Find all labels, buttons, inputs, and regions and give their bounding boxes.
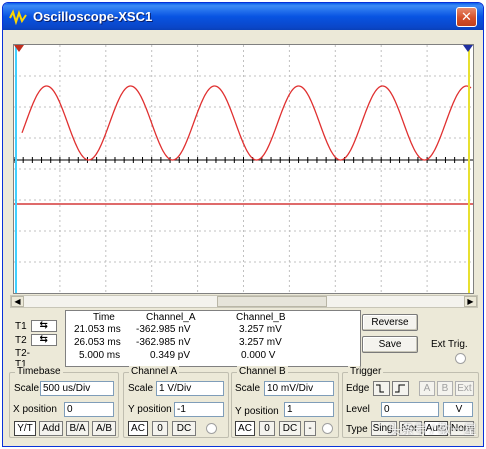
save-button[interactable]: Save xyxy=(362,336,418,353)
mode-ba-button[interactable]: B/A xyxy=(66,421,89,436)
t1-label: T1 xyxy=(15,320,27,332)
scroll-right-arrow[interactable]: ▶ xyxy=(464,296,477,307)
oscilloscope-icon xyxy=(9,8,27,25)
header-channel-b: Channel_B xyxy=(236,312,286,323)
ext-trig-terminal[interactable] xyxy=(455,353,466,364)
channel-a-group: Channel A Scale 1 V/Div Y position -1 AC… xyxy=(123,366,229,438)
channel-b-ac-button[interactable]: AC xyxy=(235,421,255,436)
channel-b-minus-button[interactable]: - xyxy=(304,421,316,436)
cursor-t2-marker-icon xyxy=(463,45,473,52)
t1-time: 21.053 ms xyxy=(74,324,121,335)
channel-a-scale-field[interactable]: 1 V/Div xyxy=(156,381,224,396)
t1-channel-a: -362.985 nV xyxy=(136,324,191,335)
channel-b-scale-field[interactable]: 10 mV/Div xyxy=(264,381,334,396)
timebase-scale-field[interactable]: 500 us/Div xyxy=(40,381,114,396)
mode-ab-button[interactable]: A/B xyxy=(92,421,116,436)
t2-time: 26.053 ms xyxy=(74,337,121,348)
channel-a-input-terminal[interactable] xyxy=(206,423,217,434)
channel-a-ac-button[interactable]: AC xyxy=(128,421,148,436)
channel-a-trace xyxy=(21,85,472,161)
channel-b-dc-button[interactable]: DC xyxy=(279,421,301,436)
t2-row: T2 ⇆ xyxy=(15,334,57,346)
trigger-title: Trigger xyxy=(348,366,384,377)
scroll-left-arrow[interactable]: ◀ xyxy=(11,296,24,307)
x-position-field[interactable]: 0 xyxy=(64,402,114,417)
falling-edge-icon xyxy=(376,384,384,393)
channel-b-ypos-label: Y position xyxy=(235,406,279,417)
t1-row: T1 ⇆ xyxy=(15,320,57,332)
title-bar[interactable]: Oscilloscope-XSC1 ✕ xyxy=(3,3,483,30)
edge-falling-button[interactable] xyxy=(373,381,390,396)
t2t1-channel-b: 0.000 V xyxy=(241,350,276,361)
type-label: Type xyxy=(346,424,368,435)
header-channel-a: Channel_A xyxy=(146,312,196,323)
horizontal-scrollbar[interactable]: ◀ ▶ xyxy=(10,295,478,308)
t2t1-time: 5.000 ms xyxy=(79,350,121,361)
channel-b-ypos-field[interactable]: 1 xyxy=(284,402,334,417)
ext-trig-label: Ext Trig. xyxy=(431,339,468,350)
t1-channel-b: 3.257 mV xyxy=(239,324,282,335)
channel-a-scale-label: Scale xyxy=(128,383,154,394)
x-position-label: X position xyxy=(13,404,57,415)
t2-channel-b: 3.257 mV xyxy=(239,337,282,348)
channel-b-input-terminal[interactable] xyxy=(322,423,333,434)
window-title: Oscilloscope-XSC1 xyxy=(33,9,153,24)
mode-add-button[interactable]: Add xyxy=(39,421,63,436)
scroll-thumb[interactable] xyxy=(217,296,327,307)
t2-channel-a: -362.985 nV xyxy=(136,337,191,348)
scope-graph xyxy=(14,45,473,293)
t2t1-channel-a: 0.349 pV xyxy=(150,350,191,361)
timebase-title: Timebase xyxy=(15,366,63,377)
oscilloscope-window: Oscilloscope-XSC1 ✕ ◀ ▶ T1 ⇆ T2 ⇆ T2 - T1 … xyxy=(2,2,484,447)
rising-edge-icon xyxy=(395,384,405,393)
t2-label: T2 xyxy=(15,334,27,346)
edge-label: Edge xyxy=(346,383,370,394)
channel-a-ypos-field[interactable]: -1 xyxy=(174,402,224,417)
trigger-source-a-button[interactable]: A xyxy=(419,381,435,396)
edge-rising-button[interactable] xyxy=(392,381,409,396)
level-field[interactable]: 0 xyxy=(381,402,439,417)
channel-b-scale-label: Scale xyxy=(235,383,261,394)
level-unit-field[interactable]: V xyxy=(443,402,473,417)
channel-a-zero-button[interactable]: 0 xyxy=(152,421,168,436)
channel-a-title: Channel A xyxy=(129,366,180,377)
trigger-source-ext-button[interactable]: Ext xyxy=(455,381,474,396)
level-label: Level xyxy=(346,404,370,415)
watermark-text: 头条号 / 敬一星 xyxy=(388,422,477,437)
reverse-button[interactable]: Reverse xyxy=(362,314,418,331)
t1-move-arrows-icon[interactable]: ⇆ xyxy=(30,320,57,332)
channel-b-title: Channel B xyxy=(237,366,288,377)
channel-b-group: Channel B Scale 10 mV/Div Y position 1 A… xyxy=(231,366,339,438)
trigger-source-b-button[interactable]: B xyxy=(437,381,453,396)
t2-move-arrows-icon[interactable]: ⇆ xyxy=(30,334,57,346)
close-button[interactable]: ✕ xyxy=(456,7,477,27)
timebase-group: Timebase Scale 500 us/Div X position 0 Y… xyxy=(9,366,119,438)
scope-display[interactable] xyxy=(13,44,474,294)
channel-a-dc-button[interactable]: DC xyxy=(172,421,196,436)
cursor-readout-table: Time Channel_A Channel_B 21.053 ms -362.… xyxy=(65,310,361,367)
timebase-scale-label: Scale xyxy=(14,383,40,394)
channel-b-zero-button[interactable]: 0 xyxy=(259,421,275,436)
channel-a-ypos-label: Y position xyxy=(128,404,172,415)
mode-yt-button[interactable]: Y/T xyxy=(14,421,36,436)
header-time: Time xyxy=(93,312,115,323)
